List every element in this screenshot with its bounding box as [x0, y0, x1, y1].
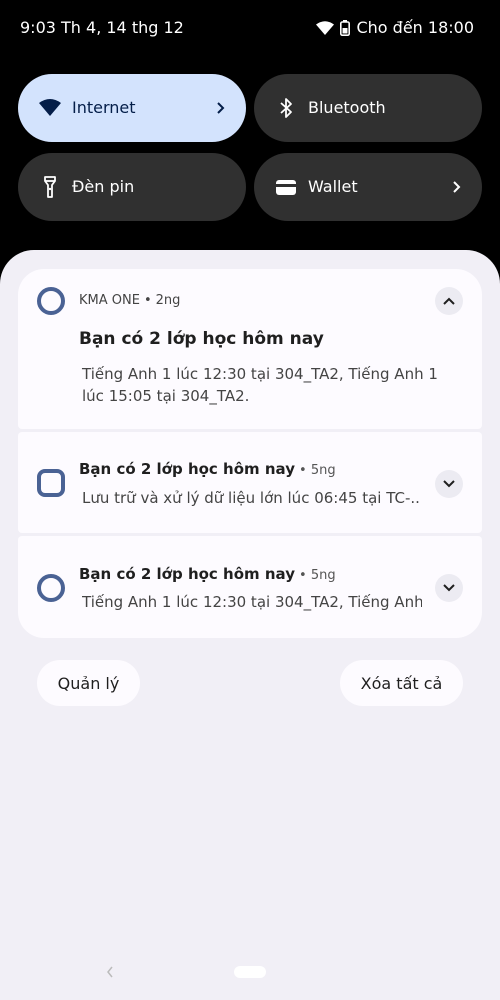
notification-header: KMA ONE • 2ng	[79, 293, 181, 308]
notification-body: Lưu trữ và xử lý dữ liệu lớn lúc 06:45 t…	[82, 489, 420, 507]
notification-collapsed[interactable]: Bạn có 2 lớp học hôm nay • 5ng Lưu trữ và…	[18, 432, 482, 533]
android-screen: 9:03 Th 4, 14 thg 12 Cho đến 18:00 Inter…	[0, 0, 500, 1000]
status-time: 9:03 Th 4, 14 thg 12	[20, 18, 184, 37]
circle-ring-icon	[36, 286, 66, 316]
square-ring-icon	[36, 468, 66, 498]
expand-button[interactable]	[435, 574, 463, 602]
clear-all-button[interactable]: Xóa tất cả	[340, 660, 463, 706]
notification-title-row: Bạn có 2 lớp học hôm nay • 5ng	[79, 565, 336, 583]
collapse-button[interactable]	[435, 287, 463, 315]
notification-title: Bạn có 2 lớp học hôm nay	[79, 329, 324, 349]
tile-label: Wallet	[308, 177, 358, 196]
notification-time: 2ng	[155, 293, 181, 308]
chevron-up-icon	[443, 297, 455, 305]
flashlight-icon	[38, 175, 62, 199]
notification-time: 5ng	[310, 463, 336, 478]
back-icon[interactable]	[104, 964, 116, 980]
notification-body: Tiếng Anh 1 lúc 12:30 tại 304_TA2, Tiếng…	[82, 365, 438, 405]
bluetooth-icon	[274, 96, 298, 120]
wallet-icon	[274, 175, 298, 199]
tile-internet[interactable]: Internet	[18, 74, 246, 142]
tile-flashlight[interactable]: Đèn pin	[18, 153, 246, 221]
wifi-icon	[38, 96, 62, 120]
circle-ring-icon	[36, 573, 66, 603]
notification-expanded[interactable]: KMA ONE • 2ng Bạn có 2 lớp học hôm nay Tiế…	[18, 269, 482, 429]
tile-label: Đèn pin	[72, 177, 135, 196]
notification-body: Tiếng Anh 1 lúc 12:30 tại 304_TA2, Tiếng…	[82, 593, 422, 611]
battery-text: Cho đến 18:00	[356, 18, 474, 37]
manage-button[interactable]: Quản lý	[37, 660, 140, 706]
chevron-down-icon	[443, 584, 455, 592]
notification-title-row: Bạn có 2 lớp học hôm nay • 5ng	[79, 460, 336, 478]
battery-icon	[340, 19, 351, 36]
notification-time: 5ng	[310, 568, 336, 583]
app-name: KMA ONE	[79, 293, 140, 308]
notification-collapsed[interactable]: Bạn có 2 lớp học hôm nay • 5ng Tiếng Anh …	[18, 536, 482, 638]
expand-button[interactable]	[435, 470, 463, 498]
wifi-icon	[316, 20, 335, 35]
home-handle[interactable]	[234, 966, 266, 978]
status-indicators: Cho đến 18:00	[316, 18, 474, 37]
chevron-right-icon	[214, 98, 228, 118]
tile-wallet[interactable]: Wallet	[254, 153, 482, 221]
status-bar: 9:03 Th 4, 14 thg 12 Cho đến 18:00	[0, 0, 500, 54]
tile-bluetooth[interactable]: Bluetooth	[254, 74, 482, 142]
tile-label: Bluetooth	[308, 98, 386, 117]
notification-title: Bạn có 2 lớp học hôm nay	[79, 460, 295, 478]
chevron-down-icon	[443, 480, 455, 488]
chevron-right-icon	[450, 177, 464, 197]
tile-label: Internet	[72, 98, 136, 117]
notification-title: Bạn có 2 lớp học hôm nay	[79, 565, 295, 583]
